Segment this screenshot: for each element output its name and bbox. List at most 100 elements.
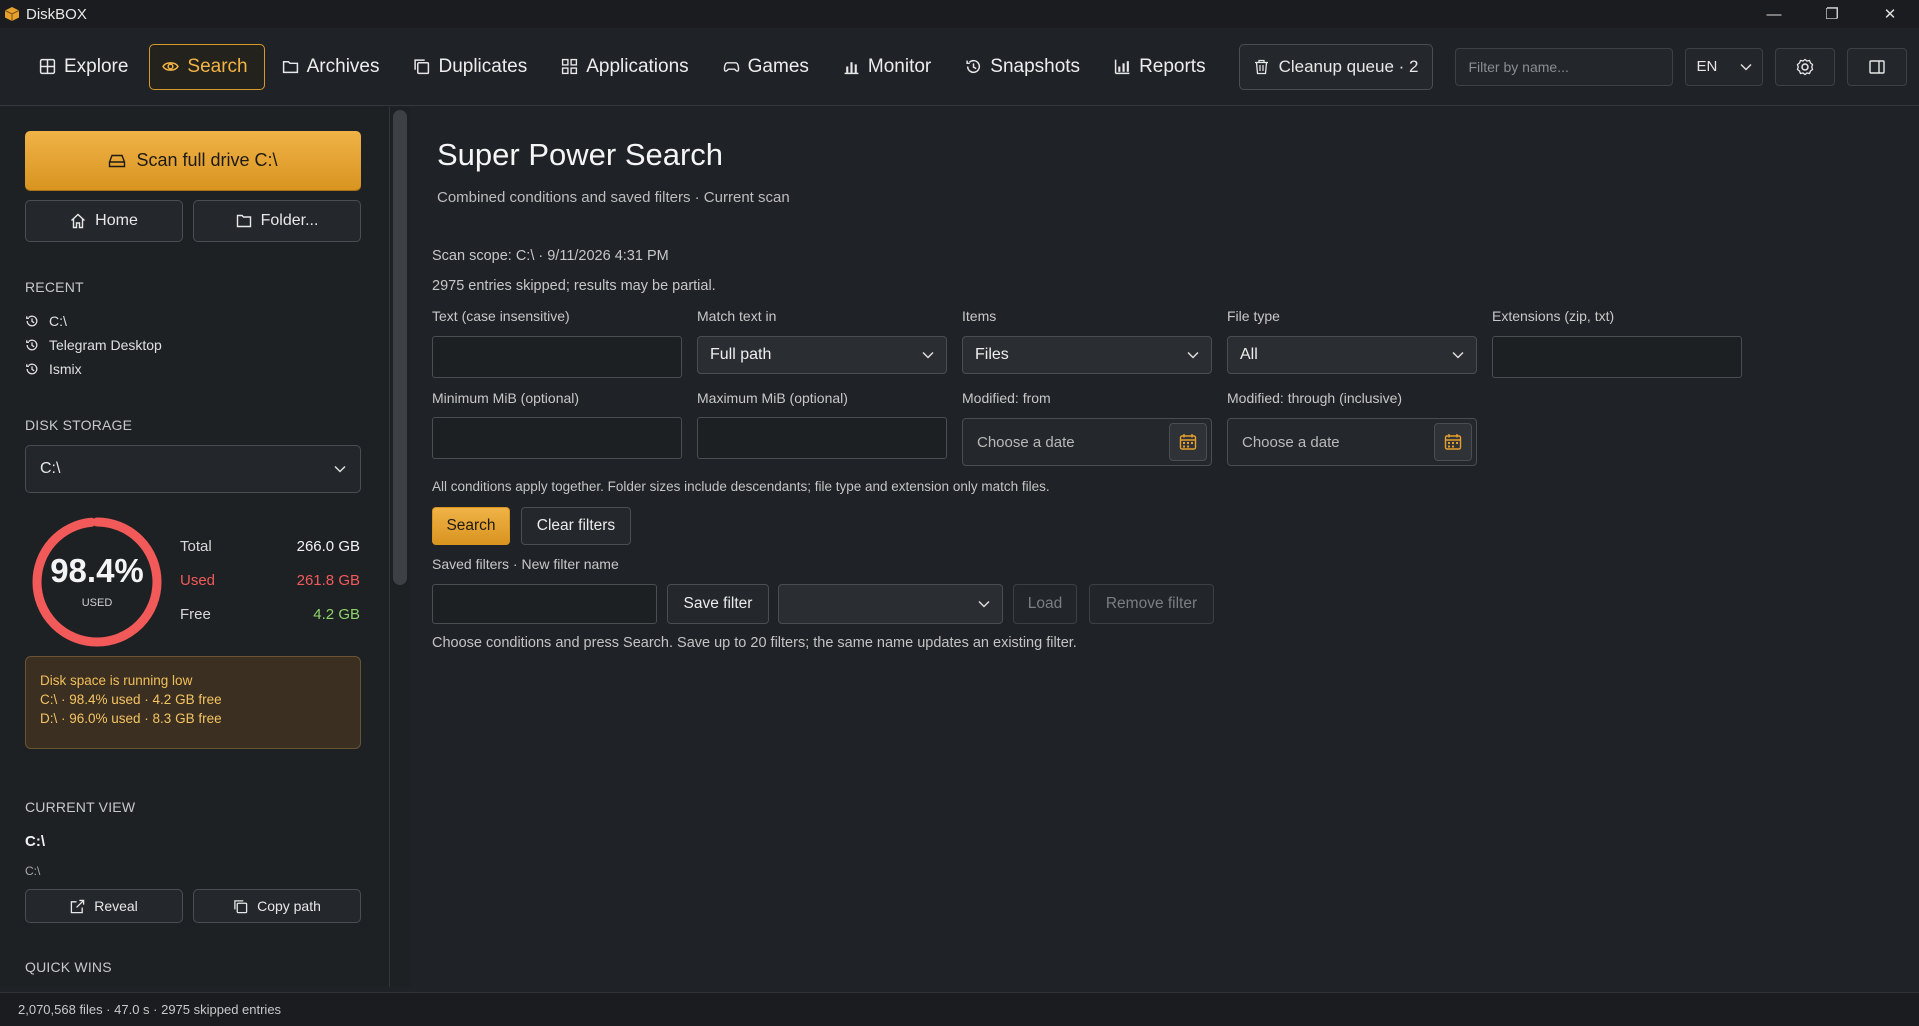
reveal-button[interactable]: Reveal (25, 889, 183, 923)
modified-through-date[interactable]: Choose a date (1227, 418, 1477, 466)
tab-applications-label: Applications (586, 55, 689, 77)
copy-icon (234, 899, 248, 913)
settings-button[interactable] (1775, 47, 1836, 86)
search-panel: Super Power Search Combined conditions a… (412, 107, 1919, 992)
language-select[interactable]: EN (1685, 47, 1764, 86)
used-value: 261.8 GB (296, 572, 360, 589)
app-logo-icon (4, 7, 20, 21)
new-filter-name-input[interactable] (432, 584, 657, 624)
tab-archives[interactable]: Archives (269, 44, 397, 90)
save-filter-button[interactable]: Save filter (667, 584, 769, 624)
report-icon (1114, 59, 1130, 75)
disk-usage-label: USED (81, 597, 113, 609)
app-title: DiskBOX (26, 5, 87, 23)
cleanup-queue-button[interactable]: Cleanup queue · 2 (1238, 43, 1434, 90)
tab-snapshots-label: Snapshots (990, 55, 1081, 77)
copy-path-button-label: Copy path (257, 898, 321, 914)
disk-storage-title: DISK STORAGE (25, 417, 133, 433)
page-title: Super Power Search (437, 137, 724, 172)
folder-button[interactable]: Folder... (193, 200, 361, 242)
items-label: Items (962, 308, 997, 324)
history-icon (966, 59, 981, 74)
chevron-down-icon (1740, 63, 1753, 71)
scan-full-drive-button[interactable]: Scan full drive C:\ (25, 131, 361, 190)
calendar-icon (1444, 434, 1462, 450)
file-type-select[interactable]: All (1227, 336, 1477, 374)
home-icon (71, 213, 86, 229)
load-filter-button[interactable]: Load (1013, 584, 1077, 624)
tab-snapshots[interactable]: Snapshots (952, 44, 1097, 90)
text-label: Text (case insensitive) (432, 308, 570, 324)
reveal-button-label: Reveal (94, 898, 138, 914)
maximize-button[interactable]: ❐ (1803, 0, 1861, 28)
min-size-input[interactable] (432, 417, 682, 459)
total-value: 266.0 GB (296, 538, 360, 555)
tab-explore[interactable]: Explore (26, 44, 145, 90)
bar-chart-icon (844, 62, 859, 75)
recent-item[interactable]: Ismix (25, 361, 82, 377)
saved-filters-select[interactable] (778, 584, 1003, 624)
copy-path-button[interactable]: Copy path (193, 889, 361, 923)
skipped-notice: 2975 entries skipped; results may be par… (432, 278, 716, 294)
calendar-button[interactable] (1434, 423, 1472, 461)
remove-filter-button[interactable]: Remove filter (1089, 584, 1214, 624)
calendar-button[interactable] (1169, 423, 1207, 461)
history-icon (26, 315, 38, 327)
home-button[interactable]: Home (25, 200, 183, 242)
calendar-icon (1179, 434, 1197, 450)
extensions-input[interactable] (1492, 336, 1742, 378)
trash-icon (1254, 59, 1268, 74)
text-search-input[interactable] (432, 336, 682, 378)
warning-line: D:\ · 96.0% used · 8.3 GB free (40, 711, 222, 726)
file-type-value: All (1240, 346, 1258, 363)
apps-icon (562, 58, 578, 75)
modified-from-date[interactable]: Choose a date (962, 418, 1212, 466)
tab-duplicates-label: Duplicates (438, 55, 528, 77)
status-bar: 2,070,568 files · 47.0 s · 2975 skipped … (0, 992, 1919, 1026)
match-text-select[interactable]: Full path (697, 336, 947, 374)
tab-applications[interactable]: Applications (548, 44, 705, 90)
sidebar: Scan full drive C:\ Home Folder... RECEN… (0, 107, 390, 987)
tab-reports[interactable]: Reports (1101, 44, 1223, 90)
chevron-down-icon (978, 600, 990, 608)
file-type-label: File type (1227, 308, 1280, 324)
disk-select[interactable]: C:\ (25, 445, 361, 493)
recent-item-label: Telegram Desktop (49, 337, 162, 353)
tab-monitor[interactable]: Monitor (830, 44, 948, 90)
current-view-path: C:\ (25, 833, 45, 850)
low-disk-warning: Disk space is running low C:\ · 98.4% us… (25, 656, 361, 749)
search-button[interactable]: Search (432, 507, 510, 545)
sidebar-scrollbar-thumb[interactable] (393, 110, 407, 585)
modified-from-label: Modified: from (962, 390, 1051, 406)
close-button[interactable]: ✕ (1861, 0, 1919, 28)
filter-by-name-input[interactable] (1455, 47, 1674, 86)
recent-item[interactable]: Telegram Desktop (25, 337, 162, 353)
max-size-input[interactable] (697, 417, 947, 459)
language-value: EN (1696, 58, 1718, 75)
copy-icon (414, 59, 430, 75)
minimize-button[interactable]: — (1745, 0, 1803, 28)
tab-search[interactable]: Search (149, 43, 265, 90)
chevron-down-icon (1452, 351, 1464, 359)
recent-item[interactable]: C:\ (25, 313, 67, 329)
tab-archives-label: Archives (306, 55, 380, 77)
cleanup-queue-label: Cleanup queue · 2 (1278, 56, 1419, 76)
items-select[interactable]: Files (962, 336, 1212, 374)
clear-filters-button[interactable]: Clear filters (521, 507, 631, 545)
search-hint: Choose conditions and press Search. Save… (432, 635, 1077, 651)
tab-monitor-label: Monitor (867, 55, 932, 77)
warning-title: Disk space is running low (40, 673, 193, 688)
free-value: 4.2 GB (313, 606, 360, 623)
max-size-label: Maximum MiB (optional) (697, 390, 848, 406)
home-button-label: Home (95, 212, 138, 229)
tab-explore-label: Explore (64, 55, 129, 77)
toggle-panel-button[interactable] (1847, 47, 1908, 86)
conditions-note: All conditions apply together. Folder si… (432, 479, 1050, 494)
page-subtitle: Combined conditions and saved filters · … (437, 189, 790, 206)
tab-duplicates[interactable]: Duplicates (400, 44, 544, 90)
tab-games[interactable]: Games (710, 44, 826, 90)
quick-wins-title: QUICK WINS (25, 959, 112, 975)
scan-scope: Scan scope: C:\ · 9/11/2026 4:31 PM (432, 248, 669, 264)
current-view-subpath: C:\ (25, 864, 41, 878)
warning-line: C:\ · 98.4% used · 4.2 GB free (40, 692, 222, 707)
